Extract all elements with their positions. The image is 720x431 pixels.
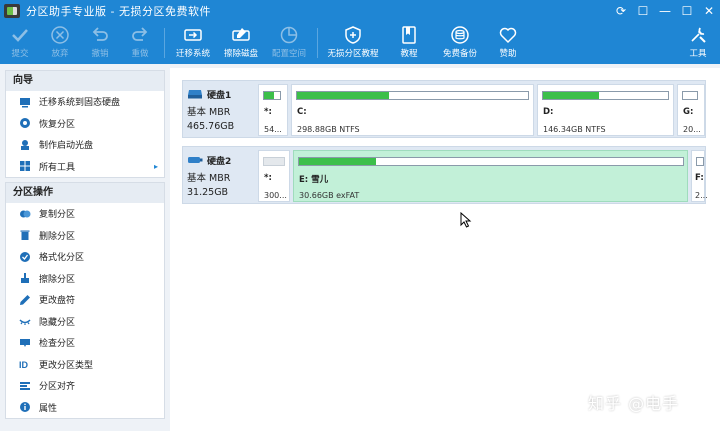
hard-disk-icon <box>188 90 202 99</box>
partition-block[interactable]: C: 298.88GB NTFS <box>291 84 534 136</box>
usage-bar <box>296 91 529 100</box>
disk-row: 硬盘2 基本 MBR 31.25GB *: 300... E: 雪儿 30.66… <box>182 146 708 204</box>
close-button[interactable]: ✕ <box>698 0 720 22</box>
tutorial-button[interactable]: 教程 <box>384 22 434 64</box>
window-controls: ⟳ ☐ — ☐ ✕ <box>610 0 720 22</box>
usage-bar <box>263 91 281 100</box>
partition-block[interactable]: *: 300... <box>258 150 290 202</box>
partition-ops-panel: 分区操作 复制分区 删除分区 格式化分区 擦除分区 更改盘符 隐藏分区 检查分区 <box>5 182 165 419</box>
heart-icon <box>498 24 518 46</box>
sidebar-item-check-partition[interactable]: 检查分区 <box>6 332 164 354</box>
undo-button[interactable]: 撤销 <box>80 22 120 64</box>
sidebar-item-boot-disc[interactable]: 制作启动光盘 <box>6 134 164 156</box>
toolbar-separator <box>164 28 165 58</box>
partition-block[interactable]: G: 20... <box>677 84 705 136</box>
redo-button[interactable]: 重做 <box>120 22 160 64</box>
allocate-space-button[interactable]: 配置空间 <box>265 22 313 64</box>
migrate-icon <box>183 24 203 46</box>
title-bar: 分区助手专业版 - 无损分区免费软件 ⟳ ☐ — ☐ ✕ <box>0 0 720 22</box>
mouse-cursor-icon <box>460 212 472 228</box>
free-backup-button[interactable]: 免费备份 <box>434 22 486 64</box>
sidebar-item-delete-partition[interactable]: 删除分区 <box>6 225 164 247</box>
wipe-disk-icon <box>231 24 251 46</box>
format-icon <box>18 250 32 264</box>
sidebar-item-align-partition[interactable]: 分区对齐 <box>6 375 164 397</box>
sidebar-item-recover-partition[interactable]: 恢复分区 <box>6 113 164 135</box>
sidebar-item-wipe-partition[interactable]: 擦除分区 <box>6 268 164 290</box>
partition-ops-heading: 分区操作 <box>6 183 164 203</box>
usage-fill <box>543 92 600 99</box>
tutorial-plus-icon <box>343 24 363 46</box>
wizard-heading: 向导 <box>6 71 164 91</box>
maximize-button[interactable]: ☐ <box>676 0 698 22</box>
wipe-icon <box>18 271 32 285</box>
usb-disk-icon <box>188 157 203 163</box>
allocate-space-icon <box>279 24 299 46</box>
toolbar: 提交 放弃 撤销 重做 迁移系统 擦除磁盘 配置空间 无损分区教程 教程 免费备… <box>0 22 720 64</box>
sidebar-item-all-tools[interactable]: 所有工具 ▸ <box>6 156 164 178</box>
info-icon <box>18 400 32 414</box>
partition-tutorial-button[interactable]: 无损分区教程 <box>322 22 384 64</box>
boot-disc-icon <box>18 138 32 152</box>
sidebar-item-copy-partition[interactable]: 复制分区 <box>6 203 164 225</box>
usage-bar <box>298 157 684 166</box>
partition-block[interactable]: F: 2... <box>691 150 708 202</box>
toolbar-separator <box>317 28 318 58</box>
align-icon <box>18 379 32 393</box>
book-icon <box>399 24 419 46</box>
app-logo-icon <box>4 4 20 18</box>
delete-icon <box>18 228 32 242</box>
wipe-disk-button[interactable]: 擦除磁盘 <box>217 22 265 64</box>
tools-button[interactable]: 工具 <box>676 22 720 64</box>
usage-fill <box>297 92 390 99</box>
check-icon <box>10 24 30 46</box>
disk-info[interactable]: 硬盘1 基本 MBR 465.76GB <box>183 81 255 137</box>
copy-icon <box>18 207 32 221</box>
disk-map-area: 硬盘1 基本 MBR 465.76GB *: 54... C: 298.88GB… <box>170 68 720 431</box>
wizard-panel: 向导 迁移系统到固态硬盘 恢复分区 制作启动光盘 所有工具 ▸ <box>5 70 165 178</box>
apply-button[interactable]: 提交 <box>0 22 40 64</box>
window-title: 分区助手专业版 - 无损分区免费软件 <box>26 5 211 18</box>
undo-icon <box>90 24 110 46</box>
usage-bar <box>696 157 704 166</box>
migrate-os-button[interactable]: 迁移系统 <box>169 22 217 64</box>
usage-fill <box>299 158 376 165</box>
sponsor-button[interactable]: 赞助 <box>486 22 530 64</box>
hide-icon <box>18 314 32 328</box>
disk-row: 硬盘1 基本 MBR 465.76GB *: 54... C: 298.88GB… <box>182 80 706 138</box>
check-partition-icon <box>18 336 32 350</box>
disk-info[interactable]: 硬盘2 基本 MBR 31.25GB <box>183 147 255 203</box>
cancel-icon <box>50 24 70 46</box>
skin-button[interactable]: ☐ <box>632 0 654 22</box>
pencil-icon <box>18 293 32 307</box>
partition-block[interactable]: *: 54... <box>258 84 288 136</box>
sidebar-item-change-type[interactable]: ID 更改分区类型 <box>6 354 164 376</box>
sidebar-item-properties[interactable]: 属性 <box>6 397 164 419</box>
sidebar-item-format-partition[interactable]: 格式化分区 <box>6 246 164 268</box>
sidebar-item-hide-partition[interactable]: 隐藏分区 <box>6 311 164 333</box>
usage-fill <box>264 92 274 99</box>
partition-block-selected[interactable]: E: 雪儿 30.66GB exFAT <box>293 150 688 202</box>
sidebar-item-change-letter[interactable]: 更改盘符 <box>6 289 164 311</box>
refresh-button[interactable]: ⟳ <box>610 0 632 22</box>
migrate-ssd-icon <box>18 95 32 109</box>
svg-text:ID: ID <box>19 360 29 370</box>
all-tools-icon <box>18 159 32 173</box>
partition-block[interactable]: D: 146.34GB NTFS <box>537 84 674 136</box>
tools-icon <box>688 24 708 46</box>
sidebar-item-migrate-ssd[interactable]: 迁移系统到固态硬盘 <box>6 91 164 113</box>
recover-icon <box>18 116 32 130</box>
redo-icon <box>130 24 150 46</box>
id-icon: ID <box>18 357 32 371</box>
sidebar: 向导 迁移系统到固态硬盘 恢复分区 制作启动光盘 所有工具 ▸ 分区操作 复制分… <box>5 70 165 423</box>
backup-icon <box>450 24 470 46</box>
minimize-button[interactable]: — <box>654 0 676 22</box>
discard-button[interactable]: 放弃 <box>40 22 80 64</box>
usage-bar <box>682 91 698 100</box>
usage-bar <box>263 157 285 166</box>
usage-bar <box>542 91 669 100</box>
watermark: 知乎 @电手 <box>588 394 680 413</box>
chevron-right-icon: ▸ <box>153 161 158 171</box>
